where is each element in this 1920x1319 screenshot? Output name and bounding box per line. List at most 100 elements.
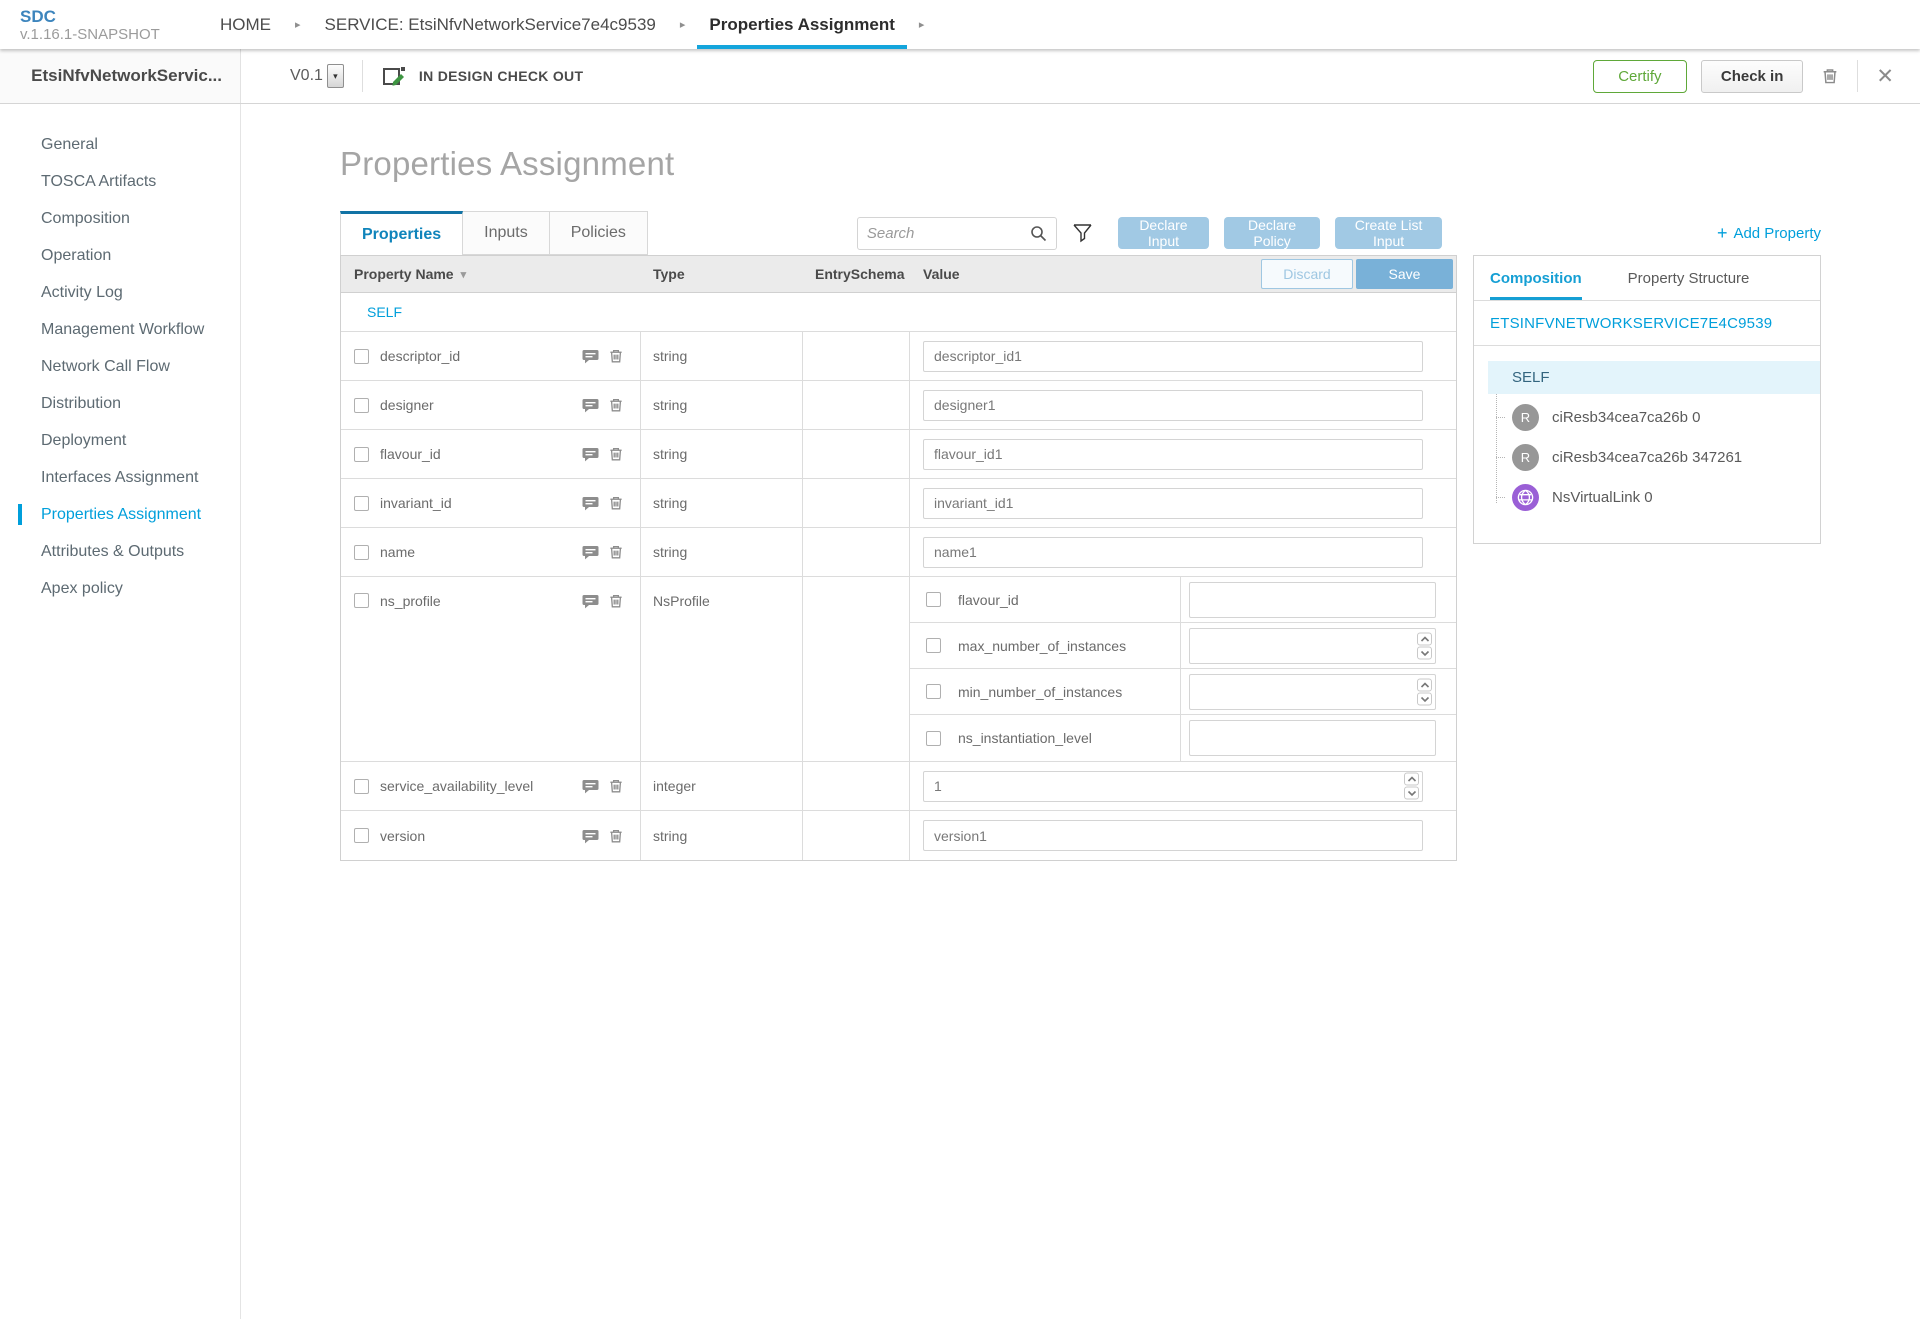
create-list-input-button[interactable]: Create List Input [1335,217,1442,249]
sidebar-item-network-call-flow[interactable]: Network Call Flow [0,348,240,385]
annotation-icon[interactable] [582,348,599,364]
sidebar-item-tosca-artifacts[interactable]: TOSCA Artifacts [0,163,240,200]
sidebar-item-distribution[interactable]: Distribution [0,385,240,422]
property-name[interactable]: designer [380,397,434,413]
column-header-entry-schema[interactable]: EntrySchema [803,256,910,292]
delete-property-icon[interactable] [608,348,624,364]
annotation-icon[interactable] [582,778,599,794]
annotation-icon[interactable] [582,446,599,462]
sidebar-item-attributes-outputs[interactable]: Attributes & Outputs [0,533,240,570]
property-name[interactable]: service_availability_level [380,778,533,794]
property-value-input[interactable] [923,771,1423,802]
tree-item-resource[interactable]: R ciResb34cea7ca26b 0 [1474,401,1820,434]
tree-item-virtual-link[interactable]: NsVirtualLink 0 [1474,481,1820,514]
delete-property-icon[interactable] [608,446,624,462]
search-icon[interactable] [1030,225,1047,242]
sidebar-item-activity-log[interactable]: Activity Log [0,274,240,311]
search-input[interactable] [867,225,1030,242]
tab-inputs[interactable]: Inputs [463,211,550,255]
tab-composition[interactable]: Composition [1490,256,1582,300]
property-name[interactable]: invariant_id [380,495,452,511]
row-checkbox[interactable] [354,398,369,413]
declare-input-button[interactable]: Declare Input [1118,217,1209,249]
table-row: name string [341,528,1456,577]
breadcrumb-properties-assignment[interactable]: Properties Assignment [697,0,906,49]
annotation-icon[interactable] [582,397,599,413]
check-in-button[interactable]: Check in [1701,60,1804,93]
breadcrumb-home[interactable]: HOME [208,0,283,49]
spinner-down-icon[interactable] [1417,646,1432,659]
version-dropdown-button[interactable]: ▾ [327,64,344,88]
sidebar-item-interfaces-assignment[interactable]: Interfaces Assignment [0,459,240,496]
breadcrumb-service[interactable]: SERVICE: EtsiNfvNetworkService7e4c9539 [313,0,668,49]
property-name[interactable]: version [380,828,425,844]
annotation-icon[interactable] [582,828,599,844]
row-checkbox[interactable] [354,779,369,794]
spinner-down-icon[interactable] [1404,787,1419,800]
property-name[interactable]: ns_profile [380,593,441,609]
spinner-up-icon[interactable] [1417,632,1432,645]
property-value-input[interactable] [923,439,1423,470]
sub-property-value-input[interactable] [1189,628,1436,664]
annotation-icon[interactable] [582,593,599,609]
row-checkbox[interactable] [354,828,369,843]
column-header-property-name[interactable]: Property Name ▾ [341,256,641,292]
close-icon[interactable]: ✕ [1876,64,1894,89]
sub-row-checkbox[interactable] [926,684,941,699]
row-checkbox[interactable] [354,349,369,364]
property-value-input[interactable] [923,390,1423,421]
annotation-icon[interactable] [582,495,599,511]
top-navigation-bar: SDC v.1.16.1-SNAPSHOT HOME ▸ SERVICE: Et… [0,0,1920,49]
sub-property-value-input[interactable] [1189,720,1436,756]
sidebar-item-composition[interactable]: Composition [0,200,240,237]
spinner-up-icon[interactable] [1417,678,1432,691]
property-name[interactable]: descriptor_id [380,348,460,364]
sidebar-item-general[interactable]: General [0,126,240,163]
row-checkbox[interactable] [354,447,369,462]
delete-icon[interactable] [1821,67,1839,85]
sub-property-value-input[interactable] [1189,674,1436,710]
spinner-up-icon[interactable] [1404,773,1419,786]
delete-property-icon[interactable] [608,778,624,794]
tab-property-structure[interactable]: Property Structure [1628,256,1750,300]
tree-item-self[interactable]: SELF [1488,361,1820,394]
service-instance-link[interactable]: ETSINFVNETWORKSERVICE7E4C9539 [1490,315,1772,332]
network-icon [1512,484,1539,511]
sidebar-item-deployment[interactable]: Deployment [0,422,240,459]
filter-icon[interactable] [1072,222,1093,244]
row-checkbox[interactable] [354,593,369,608]
tab-policies[interactable]: Policies [550,211,648,255]
add-property-button[interactable]: + Add Property [1473,211,1821,255]
tab-properties[interactable]: Properties [340,211,463,255]
sidebar-item-management-workflow[interactable]: Management Workflow [0,311,240,348]
annotation-icon[interactable] [582,544,599,560]
certify-button[interactable]: Certify [1593,60,1687,93]
spinner-down-icon[interactable] [1417,692,1432,705]
delete-property-icon[interactable] [608,495,624,511]
sub-property-value-input[interactable] [1189,582,1436,618]
delete-property-icon[interactable] [608,397,624,413]
declare-policy-button[interactable]: Declare Policy [1224,217,1320,249]
sub-row-checkbox[interactable] [926,638,941,653]
sidebar-item-operation[interactable]: Operation [0,237,240,274]
sidebar-item-properties-assignment[interactable]: Properties Assignment [0,496,240,533]
delete-property-icon[interactable] [608,593,624,609]
column-header-type[interactable]: Type [641,256,803,292]
property-value-input[interactable] [923,341,1423,372]
property-name[interactable]: name [380,544,415,560]
property-value-input[interactable] [923,820,1423,851]
discard-button[interactable]: Discard [1261,259,1353,289]
tree-item-resource[interactable]: R ciResb34cea7ca26b 347261 [1474,441,1820,474]
property-name[interactable]: flavour_id [380,446,441,462]
sub-row-checkbox[interactable] [926,592,941,607]
sub-row-checkbox[interactable] [926,731,941,746]
save-button[interactable]: Save [1356,259,1453,289]
row-checkbox[interactable] [354,545,369,560]
delete-property-icon[interactable] [608,544,624,560]
self-group-link[interactable]: SELF [367,304,402,320]
row-checkbox[interactable] [354,496,369,511]
sidebar-item-apex-policy[interactable]: Apex policy [0,570,240,607]
property-value-input[interactable] [923,488,1423,519]
delete-property-icon[interactable] [608,828,624,844]
property-value-input[interactable] [923,537,1423,568]
